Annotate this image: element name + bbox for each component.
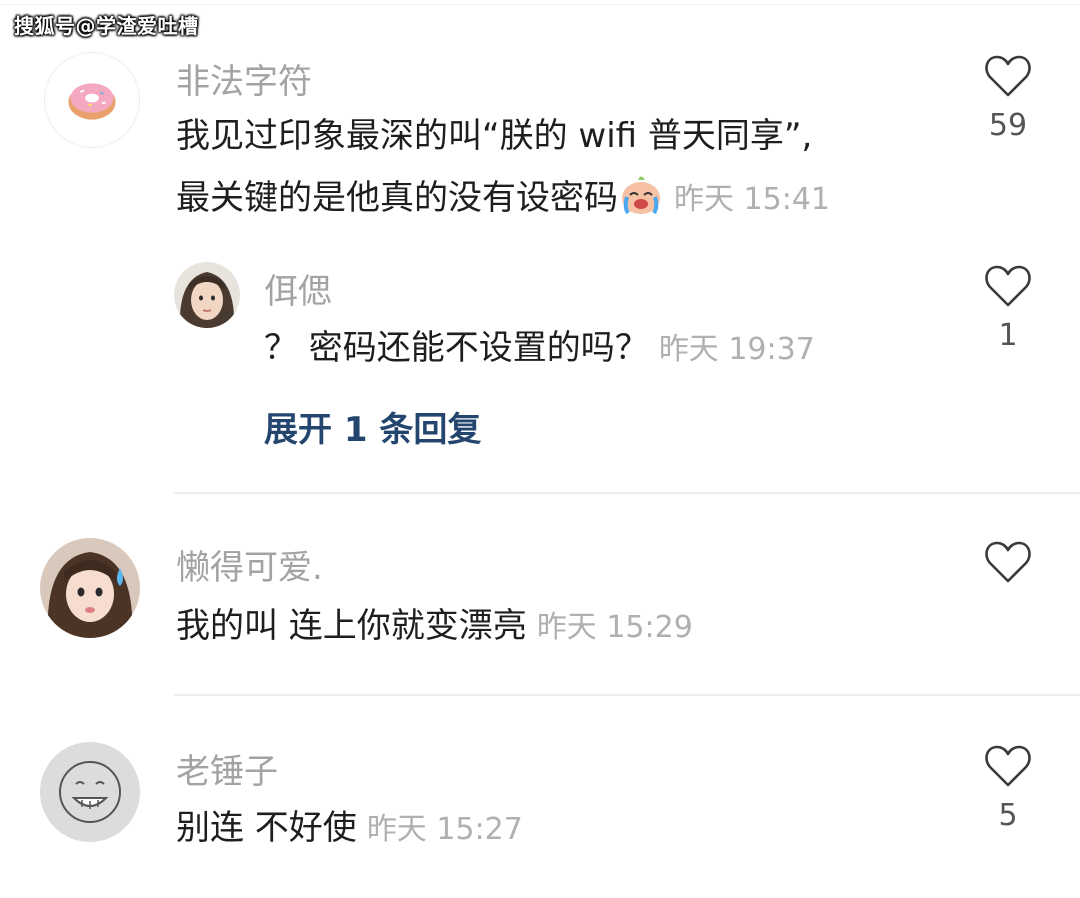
reply-username[interactable]: 佴偲 bbox=[264, 264, 332, 313]
like-button[interactable] bbox=[978, 540, 1038, 594]
comment-text: 别连 不好使 bbox=[176, 808, 357, 848]
reply-avatar[interactable] bbox=[174, 262, 240, 328]
divider bbox=[174, 492, 1080, 494]
reply-text: ？ 密码还能不设置的吗？ bbox=[264, 328, 649, 368]
comment-time: 昨天 15:29 bbox=[536, 610, 693, 645]
reply-time: 昨天 19:37 bbox=[658, 332, 815, 367]
comment-username[interactable]: 老锤子 bbox=[176, 744, 278, 793]
comment-text-line: 别连 不好使 昨天 15:27 bbox=[176, 800, 523, 858]
like-button[interactable]: 5 bbox=[978, 744, 1038, 833]
reply-text-line: ？ 密码还能不设置的吗？ 昨天 19:37 bbox=[264, 320, 815, 378]
like-count: 59 bbox=[988, 108, 1028, 143]
heart-icon bbox=[985, 265, 1031, 307]
smiley-sketch-avatar-icon bbox=[40, 742, 140, 842]
girl-avatar-icon bbox=[174, 262, 240, 328]
comment-time: 昨天 15:27 bbox=[366, 812, 523, 847]
watermark: 搜狐号@学渣爱吐槽 bbox=[14, 14, 199, 38]
comment-time: 昨天 15:41 bbox=[674, 182, 830, 217]
expand-replies-link[interactable]: 展开 1 条回复 bbox=[264, 402, 481, 451]
comment-text-line2: 最关键的是他真的没有设密码 昨天 15:41 bbox=[176, 170, 830, 228]
heart-icon bbox=[985, 745, 1031, 787]
reply-like-button[interactable]: 1 bbox=[978, 264, 1038, 353]
like-count: 5 bbox=[998, 798, 1018, 833]
like-button[interactable]: 59 bbox=[978, 54, 1038, 143]
avatar[interactable] bbox=[40, 742, 140, 842]
heart-icon bbox=[985, 55, 1031, 97]
top-divider bbox=[0, 4, 1080, 5]
comment-text-line: 我的叫 连上你就变漂亮 昨天 15:29 bbox=[176, 598, 693, 656]
crying-face-emoji-icon bbox=[622, 176, 660, 215]
donut-avatar-icon bbox=[45, 53, 139, 147]
avatar[interactable] bbox=[40, 538, 140, 638]
comment-text: 我的叫 连上你就变漂亮 bbox=[176, 606, 527, 646]
avatar[interactable] bbox=[44, 52, 140, 148]
comment-text: 最关键的是他真的没有设密码 bbox=[176, 178, 618, 218]
divider bbox=[174, 694, 1080, 696]
comment-username[interactable]: 懒得可爱. bbox=[176, 540, 323, 589]
girl-avatar-icon bbox=[40, 538, 140, 638]
comment-username[interactable]: 非法字符 bbox=[176, 54, 312, 103]
like-count: 1 bbox=[998, 318, 1018, 353]
heart-icon bbox=[985, 541, 1031, 583]
comment-text: 我见过印象最深的叫“朕的 wifi 普天同享”, bbox=[176, 116, 813, 156]
